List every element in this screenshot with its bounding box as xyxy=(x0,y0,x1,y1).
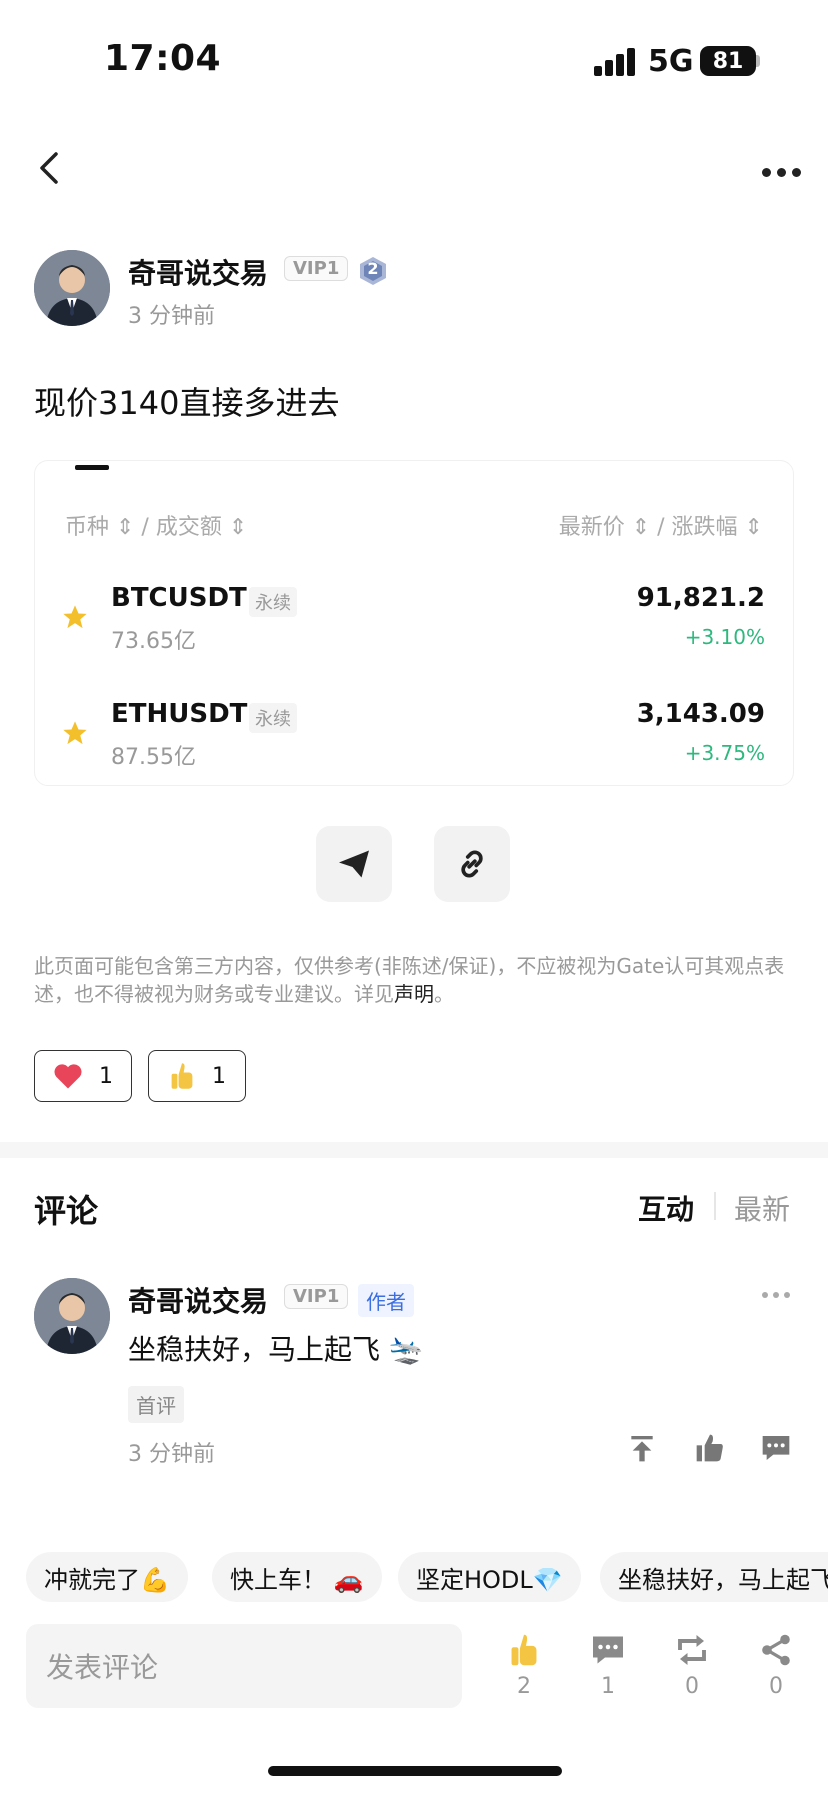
comment-icon xyxy=(593,1636,623,1664)
back-icon[interactable] xyxy=(36,150,64,186)
first-comment-tag: 首评 xyxy=(128,1386,184,1423)
star-icon[interactable] xyxy=(61,603,89,631)
thumbs-up-reaction-button[interactable]: 1 xyxy=(148,1050,246,1102)
coin-symbol: BTCUSDT xyxy=(111,583,247,613)
quick-reply-chip[interactable]: 坚定HODL💎 xyxy=(398,1552,581,1602)
vip-badge: VIP1 xyxy=(284,1284,349,1309)
perp-tag: 永续 xyxy=(249,587,297,617)
sort-interaction-tab[interactable]: 互动 xyxy=(638,1188,694,1228)
like-icon[interactable] xyxy=(694,1432,726,1464)
comment-button[interactable]: 1 xyxy=(578,1632,638,1699)
comment-author[interactable]: 奇哥说交易 xyxy=(128,1280,268,1320)
battery-cap xyxy=(756,55,760,67)
thumbs-up-icon xyxy=(171,1063,193,1089)
coin-change: +3.75% xyxy=(684,741,765,765)
coin-change: +3.10% xyxy=(684,625,765,649)
section-divider xyxy=(0,1142,828,1158)
card-tab-indicator xyxy=(75,465,109,470)
post-text: 现价3140直接多进去 xyxy=(34,384,340,422)
repost-count: 0 xyxy=(685,1674,699,1699)
share-count: 0 xyxy=(769,1674,783,1699)
sort-latest-tab[interactable]: 最新 xyxy=(734,1188,790,1228)
reaction-count: 1 xyxy=(99,1063,113,1089)
comments-title: 评论 xyxy=(34,1192,99,1230)
post-time: 3 分钟前 xyxy=(128,304,215,329)
column-header-right[interactable]: 最新价 ⇕ / 涨跌幅 ⇕ xyxy=(559,509,763,541)
author-name[interactable]: 奇哥说交易 xyxy=(128,252,268,292)
share-icon xyxy=(762,1634,790,1666)
column-header-left[interactable]: 币种 ⇕ / 成交额 ⇕ xyxy=(65,509,247,541)
reaction-count: 1 xyxy=(212,1063,226,1089)
comment-avatar[interactable] xyxy=(34,1278,110,1354)
coin-row-eth[interactable]: ETHUSDT 永续 87.55亿 3,143.09 +3.75% xyxy=(35,689,795,779)
heart-reaction-button[interactable]: 1 xyxy=(34,1050,132,1102)
level-badge: 2 xyxy=(358,256,388,286)
comment-time: 3 分钟前 xyxy=(128,1442,215,1467)
comment-input[interactable]: 发表评论 xyxy=(26,1624,462,1708)
network-label: 5G xyxy=(648,44,694,79)
thumbs-up-icon xyxy=(511,1634,537,1666)
disclaimer-link[interactable]: 声明 xyxy=(394,982,434,1006)
star-icon[interactable] xyxy=(61,719,89,747)
copy-link-button[interactable] xyxy=(434,826,510,902)
share-button[interactable]: 0 xyxy=(746,1632,806,1699)
reply-icon[interactable] xyxy=(760,1432,792,1464)
telegram-share-button[interactable] xyxy=(316,826,392,902)
more-icon[interactable] xyxy=(762,168,802,178)
coin-row-btc[interactable]: BTCUSDT 永续 73.65亿 91,821.2 +3.10% xyxy=(35,573,795,663)
quick-reply-chip[interactable]: 冲就完了💪 xyxy=(26,1552,188,1602)
market-card[interactable]: 币种 ⇕ / 成交额 ⇕ 最新价 ⇕ / 涨跌幅 ⇕ BTCUSDT 永续 73… xyxy=(34,460,794,786)
battery-level: 81 xyxy=(712,48,744,74)
sort-separator xyxy=(714,1192,716,1220)
like-count: 2 xyxy=(517,1674,531,1699)
disclaimer-end: 。 xyxy=(434,982,454,1006)
like-button[interactable]: 2 xyxy=(494,1632,554,1699)
coin-symbol: ETHUSDT xyxy=(111,699,248,729)
coin-volume: 73.65亿 xyxy=(111,629,196,654)
quick-reply-chip[interactable]: 坐稳扶好，马上起飞 xyxy=(600,1552,828,1602)
pin-top-icon[interactable] xyxy=(626,1432,658,1464)
status-time: 17:04 xyxy=(104,38,222,79)
send-icon xyxy=(339,850,369,878)
coin-price: 91,821.2 xyxy=(636,583,765,613)
repost-button[interactable]: 0 xyxy=(662,1632,722,1699)
level-number: 2 xyxy=(367,259,379,278)
heart-icon xyxy=(54,1064,82,1089)
quick-reply-chip[interactable]: 快上车！ 🚗 xyxy=(212,1552,382,1602)
signal-icon xyxy=(594,48,638,76)
perp-tag: 永续 xyxy=(249,703,297,733)
coin-price: 3,143.09 xyxy=(636,699,765,729)
home-indicator[interactable] xyxy=(268,1766,562,1776)
comment-count: 1 xyxy=(601,1674,615,1699)
comment-text: 坐稳扶好，马上起飞 🛬 xyxy=(128,1333,424,1366)
link-icon xyxy=(461,850,483,878)
repost-icon xyxy=(678,1635,706,1665)
coin-volume: 87.55亿 xyxy=(111,745,196,770)
avatar[interactable] xyxy=(34,250,110,326)
author-badge: 作者 xyxy=(358,1284,414,1317)
disclaimer: 此页面可能包含第三方内容，仅供参考(非陈述/保证)，不应被视为Gate认可其观点… xyxy=(34,952,796,1008)
battery-icon: 81 xyxy=(700,46,756,76)
comment-more-icon[interactable] xyxy=(762,1292,792,1300)
vip-badge: VIP1 xyxy=(284,256,349,281)
